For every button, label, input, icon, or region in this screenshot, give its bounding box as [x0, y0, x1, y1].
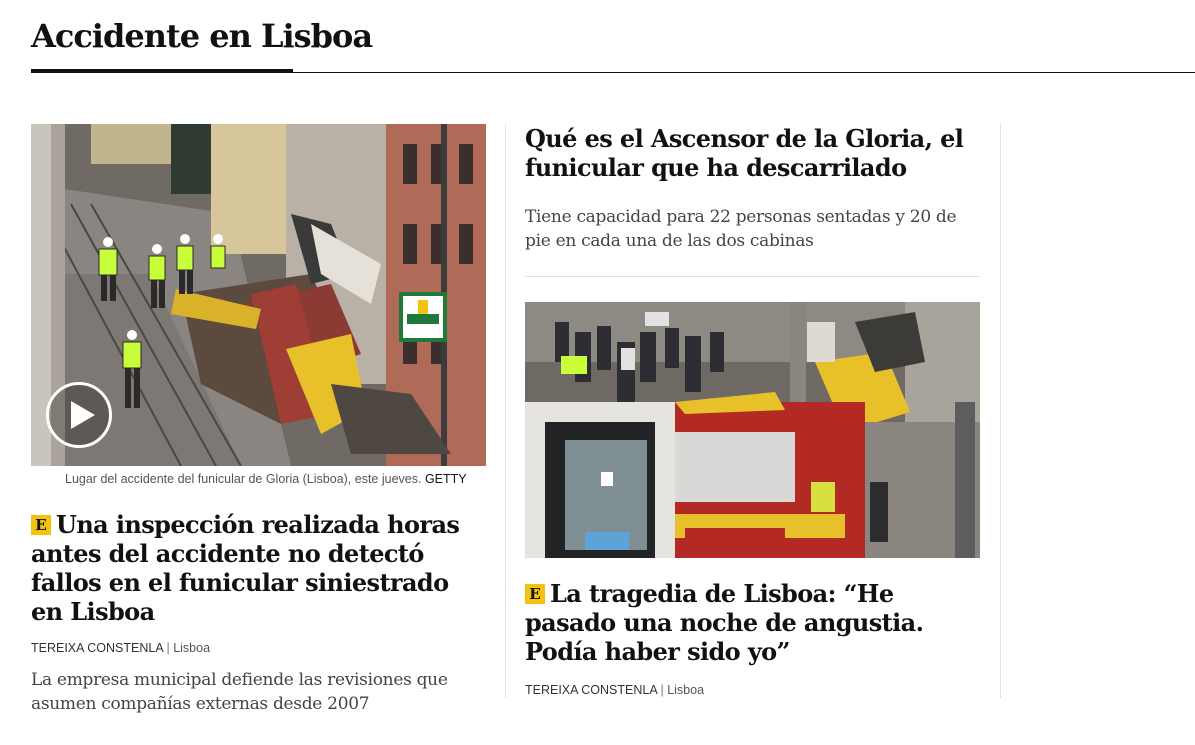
- section-rule-accent: [31, 69, 293, 73]
- exclusive-badge: E: [525, 584, 545, 604]
- author-link[interactable]: TEREIXA CONSTENLA: [525, 683, 657, 697]
- story-divider: [525, 276, 980, 277]
- rescue-photo: [525, 302, 980, 558]
- second-story-headline[interactable]: E La tragedia de Lisboa: “He pasado una n…: [525, 579, 980, 666]
- column-divider: [1000, 124, 1001, 698]
- play-icon: [71, 401, 95, 429]
- byline-location: Lisboa: [667, 683, 705, 697]
- section-title[interactable]: Accidente en Lisboa: [31, 14, 373, 58]
- side-story-headline-link[interactable]: Qué es el Ascensor de la Gloria, el funi…: [525, 124, 964, 182]
- second-story-photo[interactable]: [525, 302, 980, 558]
- side-story-summary: Tiene capacidad para 22 personas sentada…: [525, 207, 957, 251]
- side-stories: Qué es el Ascensor de la Gloria, el funi…: [525, 124, 980, 698]
- caption-credit: GETTY: [424, 472, 467, 486]
- play-button[interactable]: [46, 382, 112, 448]
- main-story-summary: La empresa municipal defiende las revisi…: [31, 670, 448, 714]
- second-story-byline: TEREIXA CONSTENLA | Lisboa: [525, 682, 980, 698]
- photo-caption: Lugar del accidente del funicular de Glo…: [65, 470, 486, 488]
- main-story-headline[interactable]: E Una inspección realizada horas antes de…: [31, 510, 486, 626]
- author-link[interactable]: TEREIXA CONSTENLA: [31, 641, 163, 655]
- main-story-byline: TEREIXA CONSTENLA | Lisboa: [31, 640, 486, 656]
- main-story-video[interactable]: [31, 124, 486, 466]
- main-story: Lugar del accidente del funicular de Glo…: [31, 124, 486, 733]
- side-story-headline[interactable]: Qué es el Ascensor de la Gloria, el funi…: [525, 124, 980, 182]
- column-divider: [505, 124, 506, 698]
- section-header: Accidente en Lisboa: [31, 0, 1195, 74]
- byline-location: Lisboa: [173, 641, 211, 655]
- second-story-headline-link[interactable]: La tragedia de Lisboa: “He pasado una no…: [525, 579, 924, 666]
- main-story-headline-link[interactable]: Una inspección realizada horas antes del…: [31, 510, 460, 626]
- byline-separator: |: [660, 683, 664, 697]
- byline-separator: |: [166, 641, 170, 655]
- exclusive-badge: E: [31, 515, 51, 535]
- caption-text: Lugar del accidente del funicular de Glo…: [65, 472, 422, 486]
